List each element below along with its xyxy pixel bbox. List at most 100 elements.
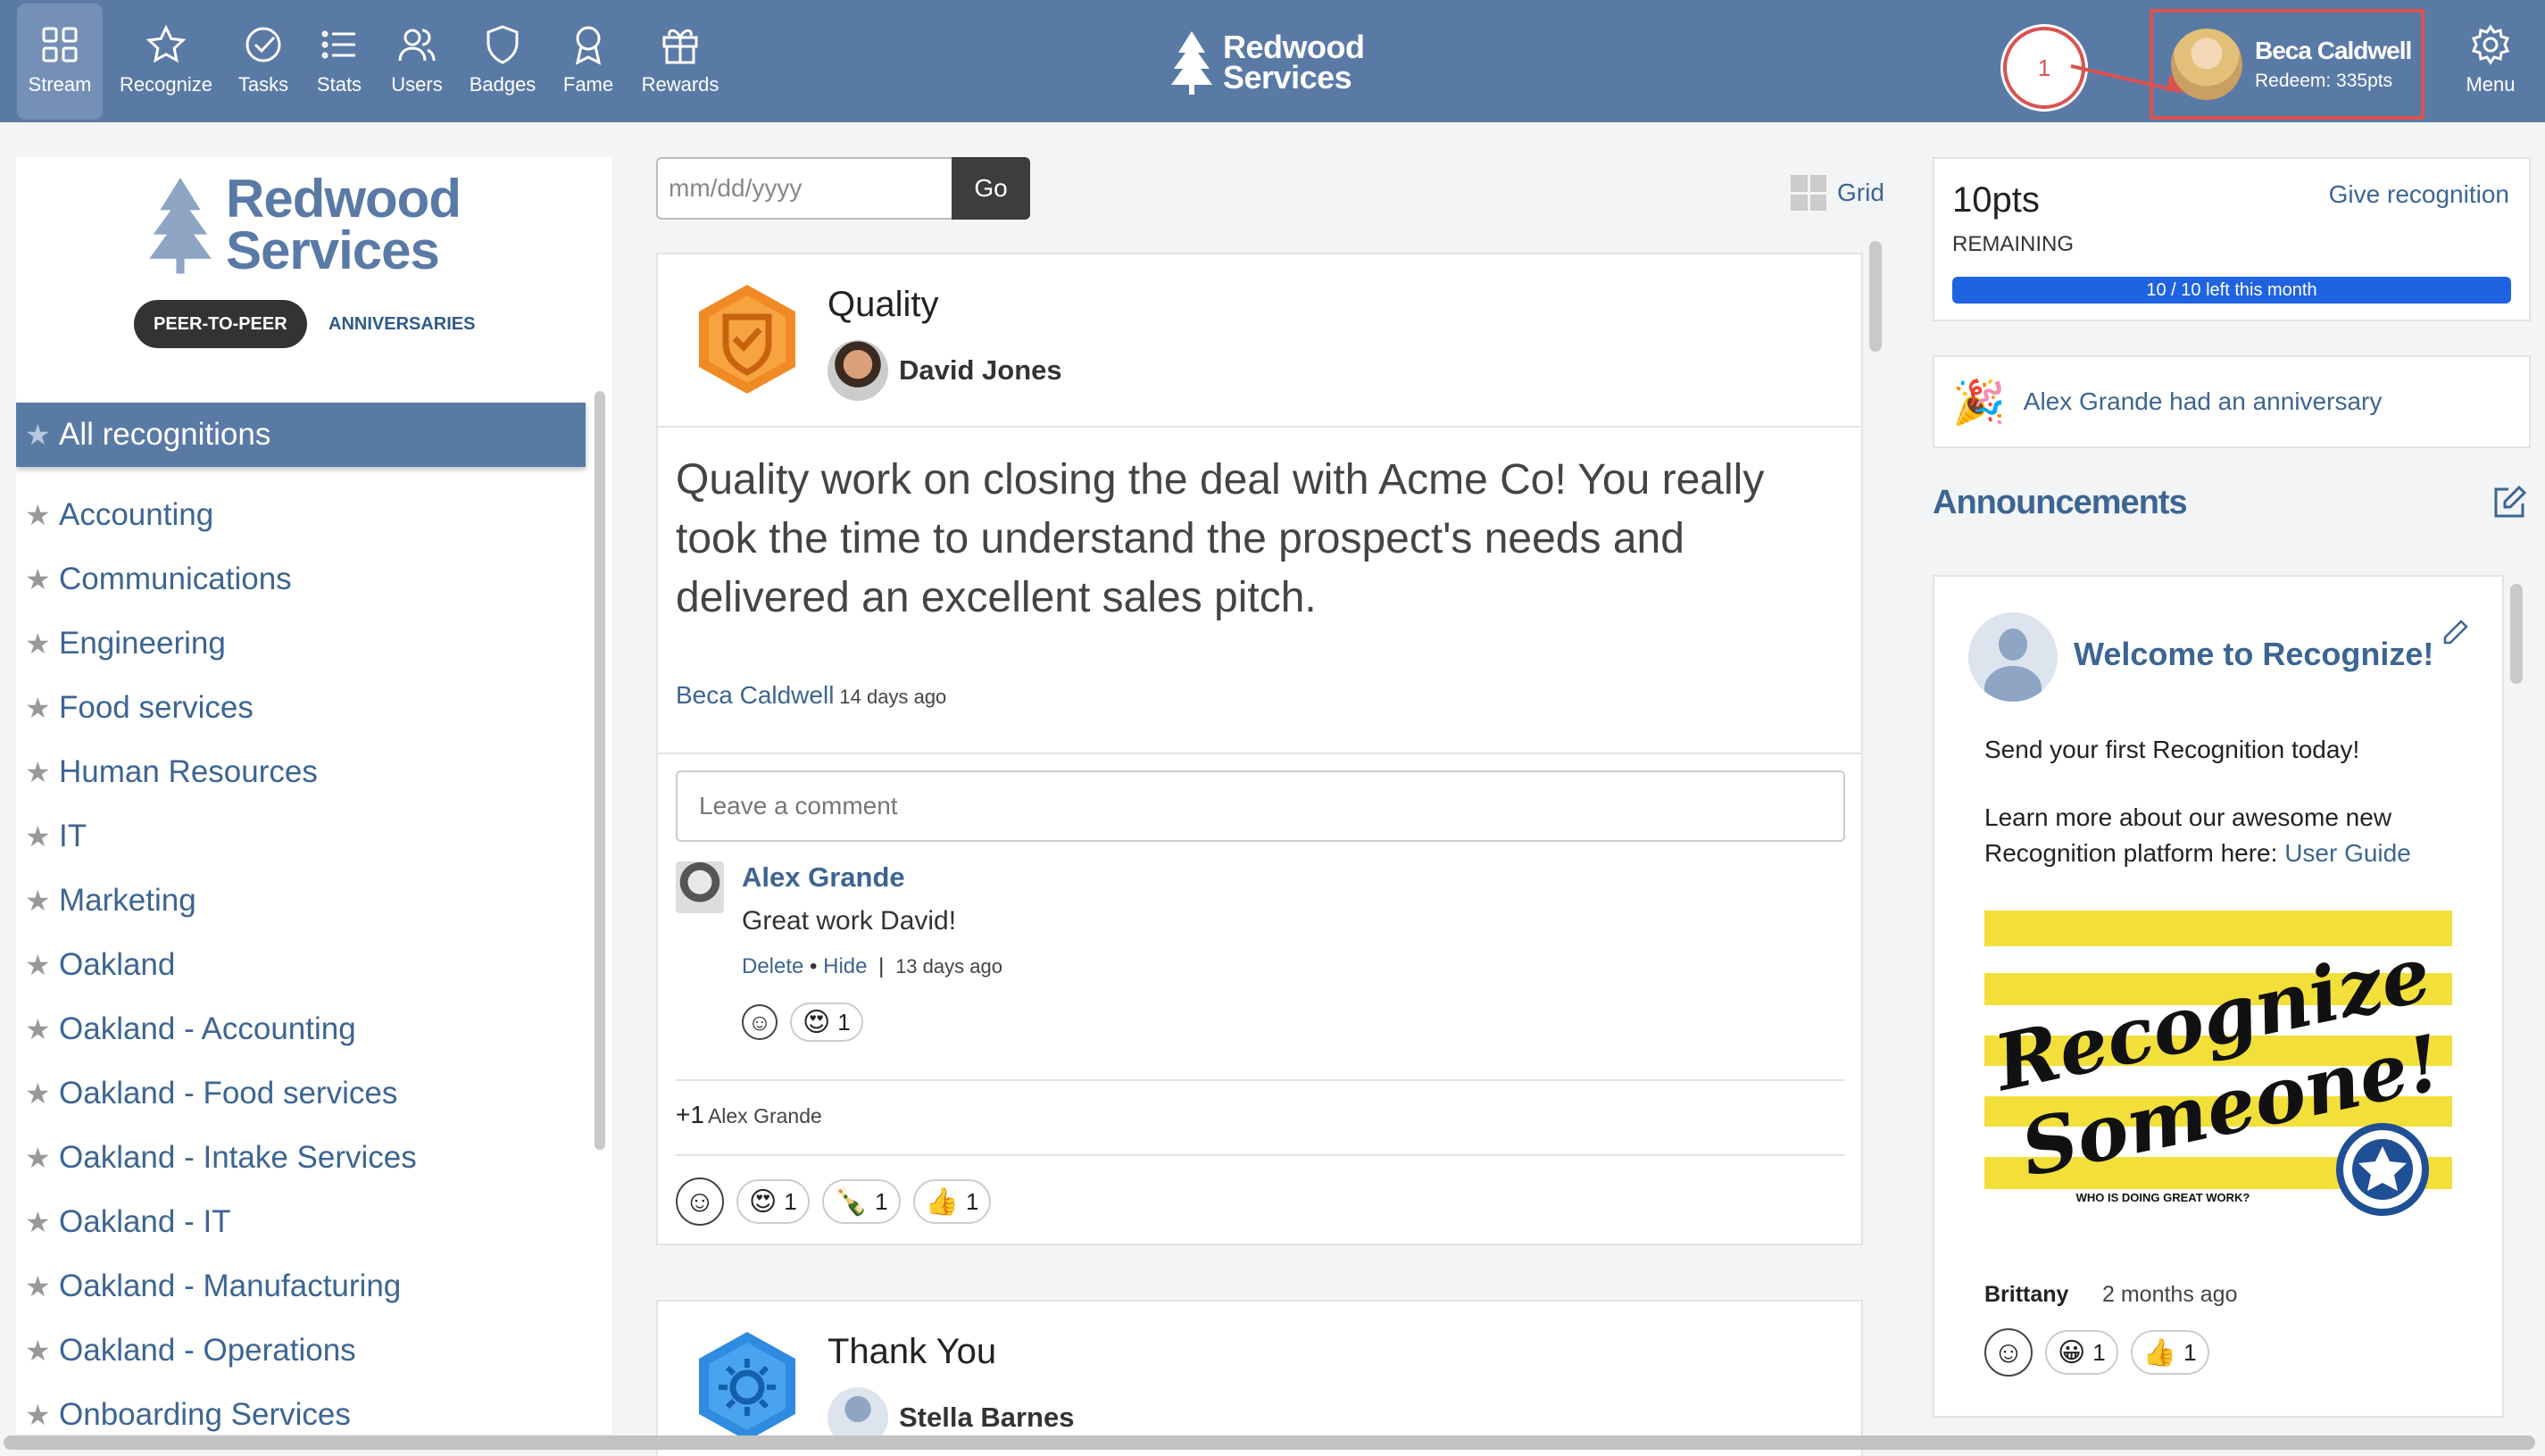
nav-badges[interactable]: Badges bbox=[456, 4, 549, 120]
star-icon: ★ bbox=[25, 1270, 51, 1302]
comment-input[interactable]: Leave a comment bbox=[676, 770, 1845, 842]
star-icon: ★ bbox=[25, 820, 51, 853]
nav-stream[interactable]: Stream bbox=[17, 4, 103, 120]
avatar bbox=[828, 340, 888, 401]
shield-icon bbox=[487, 25, 519, 64]
sent-time: 14 days ago bbox=[839, 686, 947, 708]
user-guide-link[interactable]: User Guide bbox=[2284, 839, 2411, 867]
anniversary-notice[interactable]: 🎉 Alex Grande had an anniversary bbox=[1933, 355, 2531, 448]
category-item[interactable]: ★ Oakland - IT bbox=[16, 1190, 586, 1254]
nav-rewards[interactable]: Rewards bbox=[634, 4, 727, 120]
user-profile-button[interactable]: Beca Caldwell Redeem: 335pts bbox=[2150, 9, 2424, 120]
add-reaction-icon[interactable]: ☺ bbox=[742, 1004, 778, 1040]
nav-label: Badges bbox=[469, 73, 536, 96]
category-item[interactable]: ★ Oakland bbox=[16, 933, 586, 997]
top-navbar: Stream Recognize Tasks Stats Users Badge… bbox=[0, 0, 2545, 122]
star-icon: ★ bbox=[25, 756, 51, 788]
tab-anniversaries[interactable]: ANNIVERSARIES bbox=[329, 300, 475, 348]
reaction-pill[interactable]: 👍 1 bbox=[2130, 1330, 2209, 1375]
comment-text: Great work David! bbox=[742, 906, 957, 936]
category-item[interactable]: ★ Engineering bbox=[16, 612, 586, 676]
grid-view-toggle[interactable]: Grid bbox=[1791, 175, 1884, 211]
reaction-count: 1 bbox=[784, 1187, 797, 1215]
reaction-pill[interactable]: 🍾 1 bbox=[821, 1179, 901, 1224]
pencil-icon[interactable] bbox=[2440, 618, 2470, 648]
nav-fame[interactable]: Fame bbox=[542, 4, 635, 120]
separator: | bbox=[878, 954, 885, 978]
star-icon: ★ bbox=[25, 885, 51, 917]
hide-comment-link[interactable]: Hide bbox=[823, 954, 867, 978]
avatar bbox=[1968, 612, 2058, 702]
badge-title: Quality bbox=[828, 285, 939, 324]
sender-byline: Beca Caldwell 14 days ago bbox=[676, 681, 946, 710]
menu-label: Menu bbox=[2466, 73, 2516, 96]
sender-link[interactable]: Beca Caldwell bbox=[676, 681, 834, 709]
recognize-someone-image: Recognize Someone! WHO IS DOING GREAT WO… bbox=[1984, 911, 2452, 1219]
horizontal-scrollbar[interactable] bbox=[4, 1435, 2535, 1450]
tab-peer-to-peer[interactable]: PEER-TO-PEER bbox=[134, 300, 307, 348]
thumbs-up-emoji-icon: 👍 bbox=[925, 1186, 959, 1217]
category-item[interactable]: ★ Accounting bbox=[16, 483, 586, 547]
add-reaction-icon[interactable]: ☺ bbox=[676, 1177, 724, 1226]
brand-line-2: Services bbox=[1223, 59, 1352, 96]
nav-users[interactable]: Users bbox=[370, 4, 463, 120]
nav-label: Stream bbox=[28, 73, 92, 96]
plus-one: +1 Alex Grande bbox=[676, 1101, 822, 1129]
recognition-card: Quality David Jones Quality work on clos… bbox=[656, 253, 1863, 1245]
star-icon: ★ bbox=[25, 419, 51, 451]
give-recognition-link[interactable]: Give recognition bbox=[2329, 180, 2509, 209]
menu-button[interactable]: Menu bbox=[2446, 4, 2535, 120]
gear-icon bbox=[2471, 24, 2510, 65]
company-name-line-1: Redwood bbox=[226, 169, 462, 229]
champagne-emoji-icon: 🍾 bbox=[834, 1186, 869, 1217]
category-item[interactable]: ★ Oakland - Operations bbox=[16, 1319, 586, 1383]
bullet-separator: • bbox=[810, 954, 818, 978]
gift-icon bbox=[662, 29, 698, 64]
points-progress-bar: 10 / 10 left this month bbox=[1952, 277, 2511, 304]
stream-scrollbar[interactable] bbox=[1869, 241, 1882, 352]
quality-badge-icon bbox=[699, 285, 795, 394]
date-filter-input[interactable]: mm/dd/yyyy bbox=[656, 157, 952, 220]
points-remaining: 10pts bbox=[1952, 180, 2040, 220]
reaction-pill[interactable]: 😍 1 bbox=[736, 1179, 810, 1224]
category-item[interactable]: ★ Human Resources bbox=[16, 740, 586, 804]
reaction-pill[interactable]: 😀 1 bbox=[2045, 1330, 2118, 1375]
edit-icon[interactable] bbox=[2491, 484, 2528, 521]
thank-you-badge-icon bbox=[699, 1332, 795, 1441]
category-item[interactable]: ★ Oakland - Intake Services bbox=[16, 1126, 586, 1190]
category-item[interactable]: ★ Oakland - Food services bbox=[16, 1061, 586, 1126]
delete-comment-link[interactable]: Delete bbox=[742, 954, 803, 978]
reaction-pill[interactable]: 👍 1 bbox=[912, 1179, 992, 1224]
nav-recognize[interactable]: Recognize bbox=[120, 4, 212, 120]
comment-actions: Delete • Hide | 13 days ago bbox=[742, 954, 1002, 979]
star-icon: ★ bbox=[25, 1077, 51, 1110]
category-all-recognitions[interactable]: ★ All recognitions bbox=[16, 403, 586, 467]
badge-title: Thank You bbox=[828, 1332, 997, 1371]
category-label: Oakland - Intake Services bbox=[59, 1140, 417, 1175]
recipient[interactable]: David Jones bbox=[828, 340, 1062, 401]
category-item[interactable]: ★ IT bbox=[16, 804, 586, 869]
add-reaction-icon[interactable]: ☺ bbox=[1984, 1328, 2033, 1377]
category-item[interactable]: ★ Oakland - Manufacturing bbox=[16, 1254, 586, 1319]
category-label: All recognitions bbox=[59, 417, 271, 452]
category-item[interactable]: ★ Marketing bbox=[16, 869, 586, 933]
comment-author[interactable]: Alex Grande bbox=[742, 861, 905, 894]
reaction-count: 1 bbox=[875, 1187, 888, 1215]
user-redeem-points: Redeem: 335pts bbox=[2255, 71, 2393, 91]
sidebar-scrollbar[interactable] bbox=[595, 391, 605, 1150]
brand-logo[interactable]: Redwood Services bbox=[1169, 27, 1365, 98]
reaction-pill[interactable]: 😍 1 bbox=[790, 1003, 863, 1042]
category-item[interactable]: ★ Oakland - Accounting bbox=[16, 997, 586, 1061]
category-item[interactable]: ★ Communications bbox=[16, 547, 586, 612]
category-item[interactable]: ★ Onboarding Services bbox=[16, 1383, 586, 1434]
nav-label: Recognize bbox=[120, 73, 212, 96]
star-icon: ★ bbox=[25, 1013, 51, 1045]
category-item[interactable]: ★ Food services bbox=[16, 676, 586, 740]
category-label: Communications bbox=[59, 562, 292, 596]
announcement-time: 2 months ago bbox=[2102, 1282, 2238, 1307]
grid-icon bbox=[1791, 175, 1826, 211]
points-remaining-label: REMAINING bbox=[1952, 232, 2075, 256]
go-button[interactable]: Go bbox=[952, 157, 1030, 220]
announcements-scrollbar[interactable] bbox=[2510, 584, 2523, 684]
points-card: 10pts REMAINING Give recognition 10 / 10… bbox=[1933, 157, 2531, 321]
